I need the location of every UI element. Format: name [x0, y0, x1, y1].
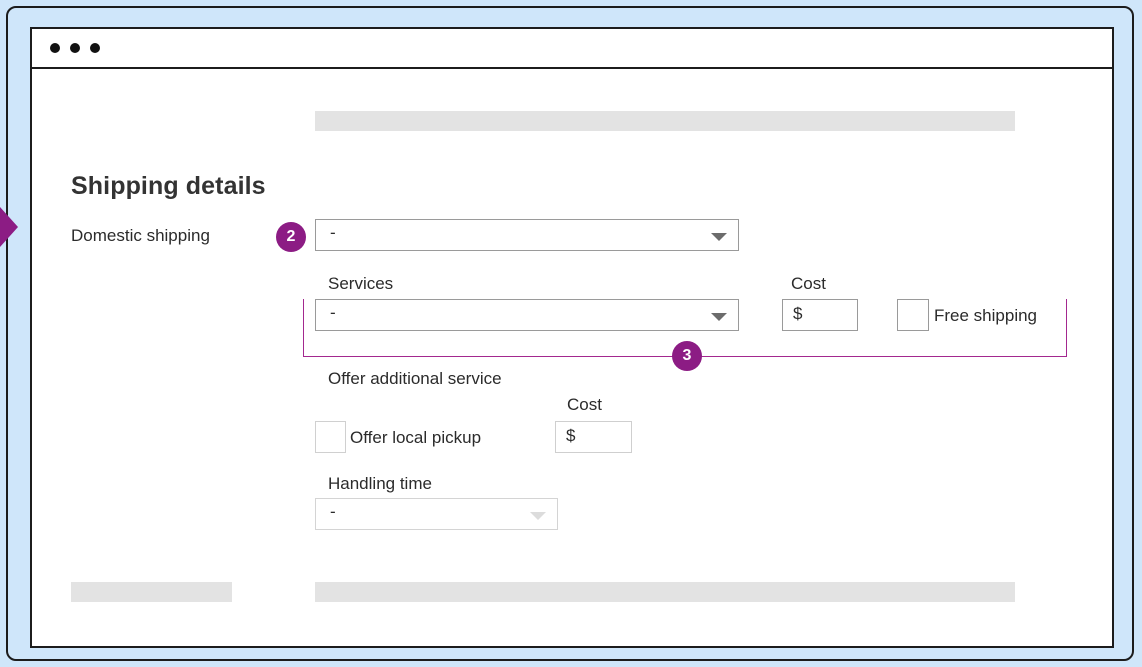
window-dot-icon — [50, 43, 60, 53]
cost-label: Cost — [791, 274, 826, 293]
callout-badge-2: 2 — [276, 222, 306, 252]
domestic-shipping-value: - — [330, 223, 336, 242]
placeholder-bar-bottom — [315, 582, 1015, 602]
services-value: - — [330, 303, 336, 322]
caret-down-icon — [711, 233, 727, 241]
local-pickup-checkbox[interactable] — [315, 421, 346, 453]
domestic-shipping-label: Domestic shipping — [71, 226, 210, 245]
callout-badge-3: 3 — [672, 341, 702, 371]
window-dot-icon — [90, 43, 100, 53]
pickup-cost-prefix: $ — [566, 426, 576, 445]
pickup-cost-label: Cost — [567, 395, 602, 414]
browser-window: Shipping details Domestic shipping 2 - S… — [30, 27, 1114, 648]
placeholder-bar-left — [71, 582, 232, 602]
handling-time-value: - — [330, 502, 336, 521]
window-titlebar — [32, 29, 1112, 69]
caret-down-icon — [530, 512, 546, 520]
services-label: Services — [328, 274, 394, 293]
local-pickup-label: Offer local pickup — [350, 428, 482, 447]
window-dot-icon — [70, 43, 80, 53]
additional-service-label: Offer additional service — [328, 369, 502, 388]
free-shipping-label: Free shipping — [934, 306, 1038, 325]
domestic-shipping-select[interactable]: - — [315, 219, 739, 251]
placeholder-bar-top — [315, 111, 1015, 131]
section-heading: Shipping details — [71, 172, 266, 200]
cost-prefix: $ — [793, 304, 803, 323]
handling-time-label: Handling time — [328, 474, 432, 493]
caret-down-icon — [711, 313, 727, 321]
pickup-cost-input[interactable]: $ — [555, 421, 632, 453]
cost-input[interactable]: $ — [782, 299, 858, 331]
services-select[interactable]: - — [315, 299, 739, 331]
free-shipping-checkbox[interactable] — [897, 299, 929, 331]
handling-time-select[interactable]: - — [315, 498, 558, 530]
